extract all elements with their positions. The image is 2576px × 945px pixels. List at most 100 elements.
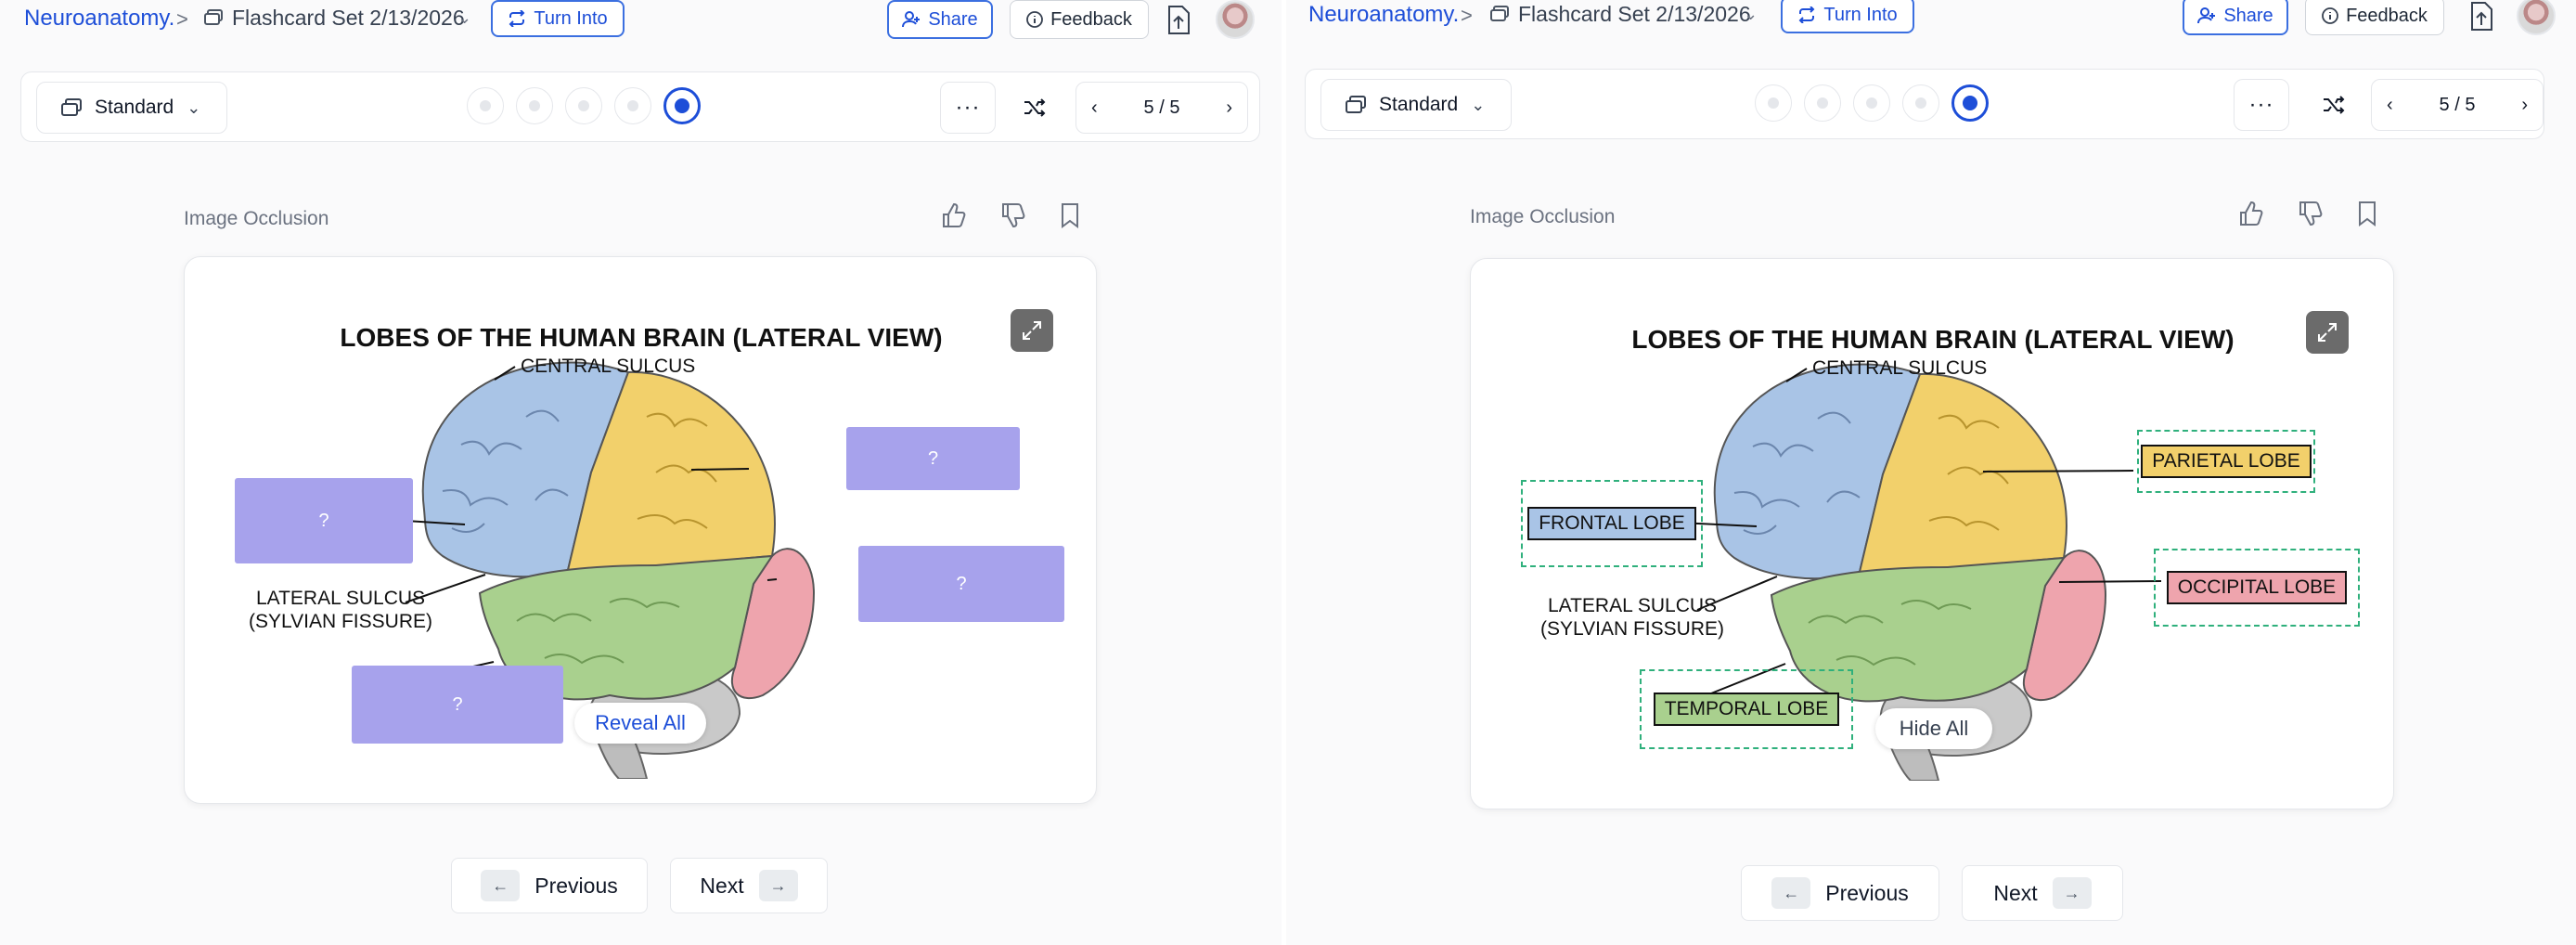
progress-dot[interactable] <box>565 87 602 124</box>
avatar[interactable] <box>1216 0 1255 39</box>
feedback-button[interactable]: Feedback <box>2305 0 2444 35</box>
share-button[interactable]: Share <box>887 0 993 39</box>
progress-dot[interactable] <box>1804 84 1841 122</box>
previous-button[interactable]: ← Previous <box>451 858 648 913</box>
occlusion-mask-occipital[interactable]: ? <box>858 546 1064 622</box>
chevron-down-icon[interactable]: ⌄ <box>1744 5 1758 24</box>
expand-icon <box>2318 323 2337 342</box>
progress-dot[interactable] <box>1755 84 1792 122</box>
thumbs-up-icon[interactable] <box>941 202 967 228</box>
flashcard: LOBES OF THE HUMAN BRAIN (LATERAL VIEW) … <box>1470 258 2394 809</box>
flashcard-set-name[interactable]: Flashcard Set 2/13/2026 <box>1518 2 1751 27</box>
expand-button[interactable] <box>1011 309 1053 352</box>
progress-dot[interactable] <box>1902 84 1939 122</box>
avatar[interactable] <box>2517 0 2556 35</box>
share-label: Share <box>928 8 978 30</box>
answer-temporal[interactable]: TEMPORAL LOBE <box>1640 669 1853 749</box>
share-label: Share <box>2223 5 2273 26</box>
study-mode-dropdown[interactable]: Standard ⌄ <box>1320 79 1512 131</box>
next-label: Next <box>1993 880 2038 905</box>
arrow-right-icon: → <box>758 870 798 901</box>
study-mode-dropdown[interactable]: Standard ⌄ <box>36 82 227 134</box>
more-options-button[interactable]: ··· <box>940 82 996 134</box>
reveal-all-button[interactable]: Reveal All <box>574 703 706 744</box>
card-actions <box>2238 201 2377 227</box>
shuffle-button[interactable] <box>2308 79 2360 131</box>
cards-icon <box>1346 96 1366 113</box>
chevron-left-icon[interactable]: ‹ <box>1091 97 1098 119</box>
answer-frontal-label: FRONTAL LOBE <box>1527 507 1696 540</box>
top-bar: Neuroanatomy. > Flashcard Set 2/13/2026 … <box>1286 0 2567 41</box>
flashcard-panel-revealed: Neuroanatomy. > Flashcard Set 2/13/2026 … <box>1286 0 2567 945</box>
repeat-icon <box>509 10 525 27</box>
card-position: 5 / 5 <box>2439 94 2476 115</box>
next-button[interactable]: Next → <box>1962 865 2123 921</box>
info-icon <box>2322 7 2338 24</box>
more-options-button[interactable]: ··· <box>2234 79 2289 131</box>
breadcrumb-brand-link[interactable]: Neuroanatomy. <box>1308 2 1459 28</box>
turn-into-label: Turn Into <box>1823 4 1898 25</box>
export-button[interactable] <box>2467 0 2496 33</box>
turn-into-button[interactable]: Turn Into <box>1781 0 1914 33</box>
label-lateral-sulcus: LATERAL SULCUS <box>256 588 425 609</box>
diagram-title: LOBES OF THE HUMAN BRAIN (LATERAL VIEW) <box>1631 325 2234 354</box>
card-actions <box>941 202 1080 228</box>
occlusion-mask-parietal[interactable]: ? <box>846 427 1020 490</box>
label-sylvian-fissure: (SYLVIAN FISSURE) <box>249 611 432 632</box>
label-central-sulcus: CENTRAL SULCUS <box>1812 357 1987 379</box>
hide-all-button[interactable]: Hide All <box>1875 708 1992 749</box>
arrow-right-icon: → <box>2052 877 2092 909</box>
repeat-icon <box>1798 6 1815 23</box>
progress-dot[interactable] <box>516 87 553 124</box>
progress-dot-current[interactable] <box>663 87 701 124</box>
next-button[interactable]: Next → <box>670 858 828 913</box>
thumbs-down-icon[interactable] <box>2298 201 2324 227</box>
chevron-right-icon[interactable]: › <box>2521 95 2528 116</box>
answer-frontal[interactable]: FRONTAL LOBE <box>1521 480 1703 567</box>
chevron-down-icon: ⌄ <box>1471 95 1486 114</box>
export-button[interactable] <box>1164 4 1193 37</box>
flashcard-set-icon <box>1490 6 1509 21</box>
feedback-label: Feedback <box>1050 8 1132 30</box>
card-progress-dots <box>1755 84 1989 122</box>
progress-dot-current[interactable] <box>1951 84 1989 122</box>
info-icon <box>1026 11 1043 28</box>
progress-dot[interactable] <box>1853 84 1890 122</box>
previous-label: Previous <box>1825 880 1909 905</box>
turn-into-button[interactable]: Turn Into <box>491 0 625 37</box>
feedback-label: Feedback <box>2346 5 2428 26</box>
progress-dot[interactable] <box>467 87 504 124</box>
export-icon <box>1168 6 1190 34</box>
occlusion-mask-frontal[interactable]: ? <box>235 478 413 563</box>
chevron-left-icon[interactable]: ‹ <box>2387 95 2393 116</box>
shuffle-button[interactable] <box>1009 82 1061 134</box>
progress-dot[interactable] <box>614 87 651 124</box>
flashcard-set-name[interactable]: Flashcard Set 2/13/2026 <box>232 6 465 31</box>
answer-parietal-label: PARIETAL LOBE <box>2141 445 2312 478</box>
flashcard-set-icon <box>204 9 223 25</box>
card-position: 5 / 5 <box>1143 97 1180 118</box>
chevron-down-icon: ⌄ <box>187 97 201 117</box>
shuffle-icon <box>1024 98 1046 117</box>
answer-occipital[interactable]: OCCIPITAL LOBE <box>2154 549 2360 627</box>
chevron-right-icon[interactable]: › <box>1226 97 1232 119</box>
expand-button[interactable] <box>2306 311 2349 354</box>
diagram-title: LOBES OF THE HUMAN BRAIN (LATERAL VIEW) <box>340 323 942 352</box>
answer-parietal[interactable]: PARIETAL LOBE <box>2137 430 2315 493</box>
chevron-down-icon[interactable]: ⌄ <box>457 8 471 28</box>
answer-temporal-label: TEMPORAL LOBE <box>1653 693 1840 726</box>
add-user-icon <box>902 11 921 28</box>
card-type-label: Image Occlusion <box>1470 206 1616 227</box>
breadcrumb-brand-link[interactable]: Neuroanatomy. <box>24 6 174 32</box>
breadcrumb-separator: > <box>176 7 188 31</box>
shuffle-icon <box>2324 96 2345 114</box>
bookmark-icon[interactable] <box>1060 202 1080 228</box>
thumbs-down-icon[interactable] <box>1000 202 1026 228</box>
bookmark-icon[interactable] <box>2357 201 2377 227</box>
feedback-button[interactable]: Feedback <box>1010 0 1149 39</box>
previous-button[interactable]: ← Previous <box>1741 865 1939 921</box>
share-button[interactable]: Share <box>2183 0 2288 35</box>
thumbs-up-icon[interactable] <box>2238 201 2264 227</box>
occlusion-mask-temporal[interactable]: ? <box>352 666 563 744</box>
label-central-sulcus: CENTRAL SULCUS <box>521 356 695 377</box>
